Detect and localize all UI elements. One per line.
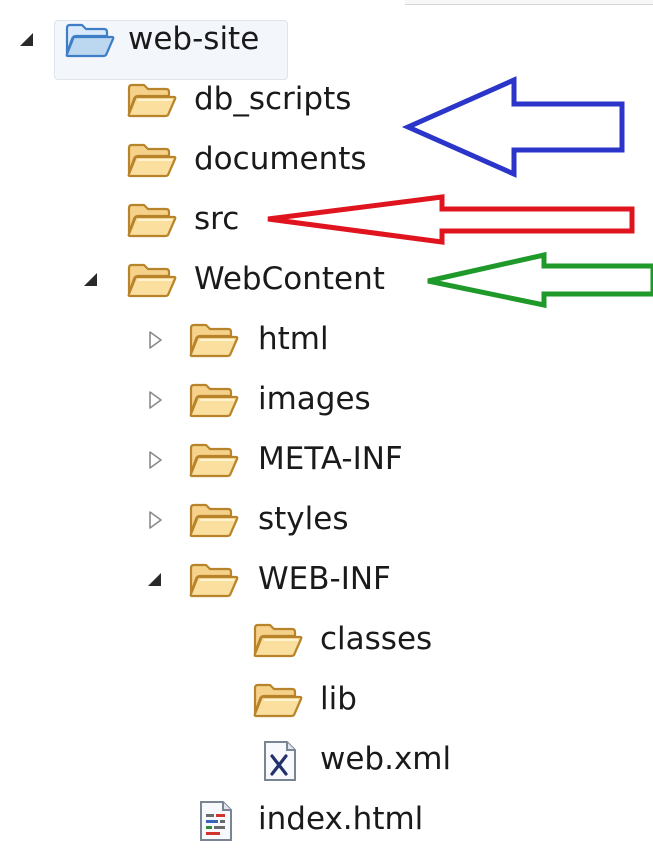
folder-icon bbox=[252, 620, 304, 660]
expanded-arrow-icon bbox=[18, 31, 36, 49]
xml-file-icon bbox=[262, 740, 314, 781]
collapsed-arrow-icon bbox=[146, 511, 164, 529]
tree-node-images[interactable]: images bbox=[0, 372, 653, 428]
folder-icon bbox=[188, 320, 240, 360]
tree-node-html[interactable]: html bbox=[0, 312, 653, 368]
expand-toggle[interactable] bbox=[146, 552, 164, 608]
folder-icon bbox=[126, 80, 178, 120]
tree-node-web-inf[interactable]: WEB-INF bbox=[0, 552, 653, 608]
tree-node-label: WEB-INF bbox=[258, 561, 391, 597]
tree-node-label: db_scripts bbox=[194, 81, 352, 117]
tree-node-classes[interactable]: classes bbox=[0, 612, 653, 668]
folder-icon bbox=[126, 200, 178, 240]
tree-node-label: documents bbox=[194, 141, 367, 177]
tree-node-label: html bbox=[258, 321, 329, 357]
expanded-arrow-icon bbox=[82, 271, 100, 289]
tree-node-label: index.html bbox=[258, 801, 424, 837]
folder-icon bbox=[252, 680, 304, 720]
tree-node-label: lib bbox=[320, 681, 357, 717]
folder-icon bbox=[188, 380, 240, 420]
collapsed-arrow-icon bbox=[146, 391, 164, 409]
tree-node-meta-inf[interactable]: META-INF bbox=[0, 432, 653, 488]
tree-node-label: web.xml bbox=[320, 741, 452, 777]
folder-icon bbox=[126, 260, 178, 300]
folder-icon bbox=[188, 500, 240, 540]
folder-icon bbox=[188, 440, 240, 480]
expand-toggle[interactable] bbox=[146, 372, 164, 428]
tree-node-label: classes bbox=[320, 621, 433, 657]
folder-icon bbox=[126, 140, 178, 180]
tree-node-label: src bbox=[194, 201, 240, 237]
tree-node-label: web-site bbox=[128, 21, 260, 57]
html-file-icon bbox=[198, 800, 250, 841]
folder-icon bbox=[188, 560, 240, 600]
collapsed-arrow-icon bbox=[146, 331, 164, 349]
tree-node-src[interactable]: src bbox=[0, 192, 653, 248]
tree-node-styles[interactable]: styles bbox=[0, 492, 653, 548]
expand-toggle[interactable] bbox=[146, 312, 164, 368]
tree-node-label: images bbox=[258, 381, 371, 417]
tree-node-web-site[interactable]: web-site bbox=[0, 12, 653, 80]
tree-node-webcontent[interactable]: WebContent bbox=[0, 252, 653, 308]
open-folder-icon bbox=[64, 20, 116, 60]
expand-toggle[interactable] bbox=[146, 492, 164, 548]
expand-toggle[interactable] bbox=[18, 12, 36, 68]
expand-toggle[interactable] bbox=[146, 432, 164, 488]
tree-node-label: styles bbox=[258, 501, 349, 537]
collapsed-arrow-icon bbox=[146, 451, 164, 469]
tree-node-documents[interactable]: documents bbox=[0, 132, 653, 188]
expanded-arrow-icon bbox=[146, 571, 164, 589]
tree-node-index-html[interactable]: index.html bbox=[0, 792, 653, 848]
tree-node-label: META-INF bbox=[258, 441, 403, 477]
tree-node-label: WebContent bbox=[194, 261, 385, 297]
expand-toggle[interactable] bbox=[82, 252, 100, 308]
tree-node-web-xml[interactable]: web.xml bbox=[0, 732, 653, 788]
tree-node-lib[interactable]: lib bbox=[0, 672, 653, 728]
tree-node-db-scripts[interactable]: db_scripts bbox=[0, 72, 653, 128]
panel-top-edge bbox=[405, 0, 653, 5]
